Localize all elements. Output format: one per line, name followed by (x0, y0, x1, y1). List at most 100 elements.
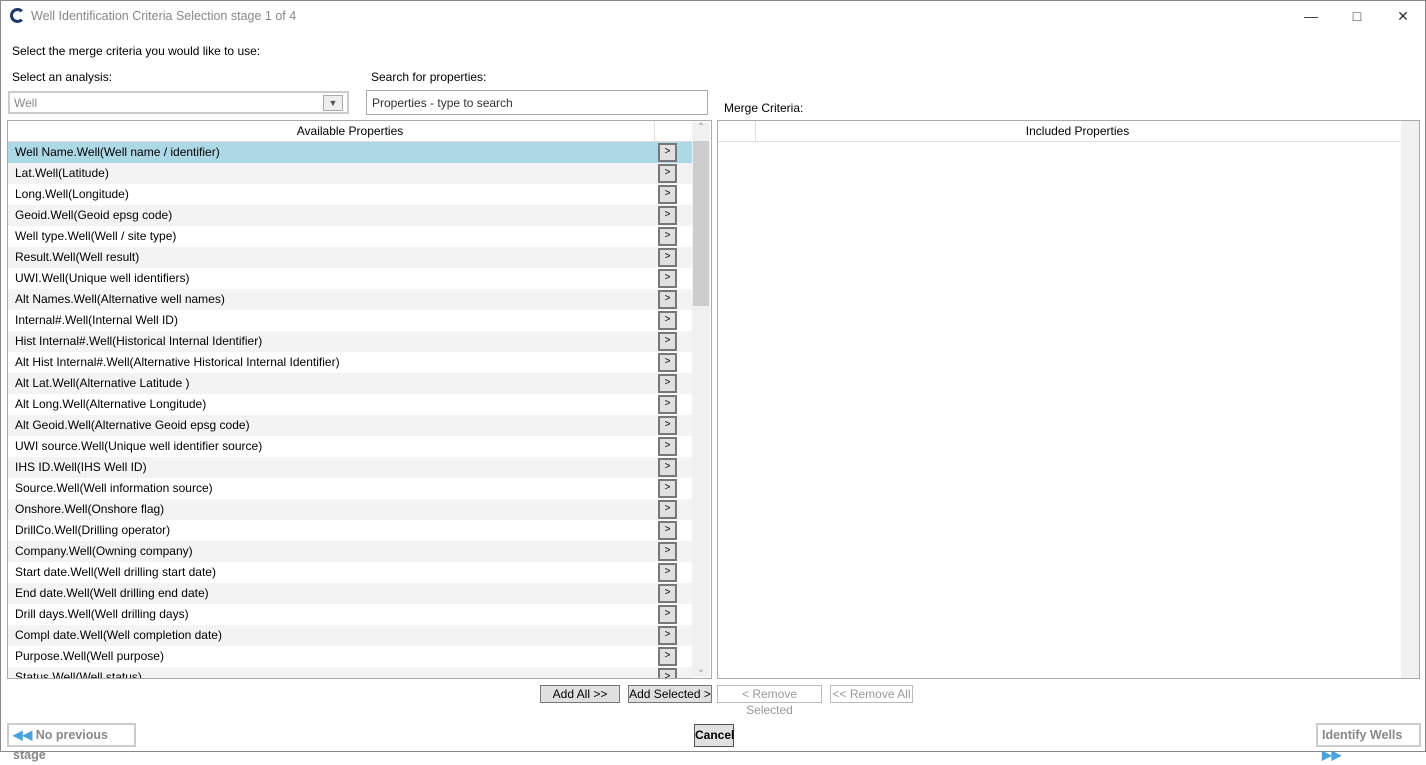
property-label: Purpose.Well(Well purpose) (15, 649, 164, 663)
add-property-button[interactable]: > (658, 248, 677, 267)
add-property-button[interactable]: > (658, 206, 677, 225)
maximize-button[interactable]: □ (1337, 5, 1377, 27)
add-property-button[interactable]: > (658, 143, 677, 162)
add-property-button[interactable]: > (658, 164, 677, 183)
chevron-down-icon[interactable]: ▼ (323, 95, 343, 111)
property-label: End date.Well(Well drilling end date) (15, 586, 209, 600)
property-row[interactable]: Internal#.Well(Internal Well ID) > (8, 310, 692, 331)
property-label: Result.Well(Well result) (15, 250, 140, 264)
add-property-button[interactable]: > (658, 374, 677, 393)
remove-all-button[interactable]: << Remove All (830, 685, 913, 703)
add-property-button[interactable]: > (658, 311, 677, 330)
analysis-value: Well (14, 96, 38, 110)
remove-selected-button[interactable]: < Remove Selected (717, 685, 822, 717)
property-row[interactable]: Long.Well(Longitude) > (8, 184, 692, 205)
property-row[interactable]: Result.Well(Well result) > (8, 247, 692, 268)
add-selected-button[interactable]: Add Selected > (628, 685, 712, 703)
rewind-icon: ◀◀ (13, 728, 33, 742)
property-label: Geoid.Well(Geoid epsg code) (15, 208, 173, 222)
add-property-button[interactable]: > (658, 416, 677, 435)
add-property-button[interactable]: > (658, 647, 677, 666)
property-row[interactable]: Hist Internal#.Well(Historical Internal … (8, 331, 692, 352)
property-row[interactable]: Geoid.Well(Geoid epsg code) > (8, 205, 692, 226)
window-title: Well Identification Criteria Selection s… (31, 9, 297, 23)
instructions: Select the merge criteria you would like… (12, 44, 261, 58)
property-label: Onshore.Well(Onshore flag) (15, 502, 165, 516)
property-row[interactable]: Drill days.Well(Well drilling days) > (8, 604, 692, 625)
add-property-button[interactable]: > (658, 500, 677, 519)
property-row[interactable]: Purpose.Well(Well purpose) > (8, 646, 692, 667)
property-label: Start date.Well(Well drilling start date… (15, 565, 216, 579)
property-label: DrillCo.Well(Drilling operator) (15, 523, 171, 537)
previous-stage-button[interactable]: ◀◀ No previous stage (7, 723, 136, 762)
scrollbar-thumb[interactable] (693, 141, 709, 306)
add-property-button[interactable]: > (658, 605, 677, 624)
minimize-button[interactable]: — (1291, 5, 1331, 27)
add-property-button[interactable]: > (658, 227, 677, 246)
property-label: Well type.Well(Well / site type) (15, 229, 177, 243)
add-property-button[interactable]: > (658, 353, 677, 372)
property-row[interactable]: Alt Geoid.Well(Alternative Geoid epsg co… (8, 415, 692, 436)
property-label: Internal#.Well(Internal Well ID) (15, 313, 178, 327)
property-row[interactable]: End date.Well(Well drilling end date) > (8, 583, 692, 604)
add-property-button[interactable]: > (658, 269, 677, 288)
add-property-button[interactable]: > (658, 668, 677, 678)
property-row[interactable]: Start date.Well(Well drilling start date… (8, 562, 692, 583)
add-property-button[interactable]: > (658, 626, 677, 645)
property-label: Alt Lat.Well(Alternative Latitude ) (15, 376, 190, 390)
cancel-button[interactable]: Cancel (694, 724, 734, 747)
add-property-button[interactable]: > (658, 437, 677, 456)
property-row[interactable]: Onshore.Well(Onshore flag) > (8, 499, 692, 520)
property-row[interactable]: UWI.Well(Unique well identifiers) > (8, 268, 692, 289)
property-label: Status.Well(Well status) (15, 670, 142, 679)
available-header: Available Properties (8, 121, 692, 142)
fast-forward-icon: ▶▶ (1322, 748, 1342, 762)
available-properties-list[interactable]: Available Properties Well Name.Well(Well… (7, 120, 712, 679)
included-scrollbar[interactable] (1401, 121, 1419, 678)
property-label: Source.Well(Well information source) (15, 481, 213, 495)
add-all-button[interactable]: Add All >> (540, 685, 620, 703)
add-property-button[interactable]: > (658, 521, 677, 540)
property-label: IHS ID.Well(IHS Well ID) (15, 460, 147, 474)
property-label: UWI.Well(Unique well identifiers) (15, 271, 190, 285)
add-property-button[interactable]: > (658, 458, 677, 477)
property-row[interactable]: UWI source.Well(Unique well identifier s… (8, 436, 692, 457)
property-label: Long.Well(Longitude) (15, 187, 129, 201)
app-logo-icon (10, 8, 25, 23)
add-property-button[interactable]: > (658, 185, 677, 204)
property-row[interactable]: Alt Lat.Well(Alternative Latitude ) > (8, 373, 692, 394)
included-properties-list[interactable]: Included Properties (717, 120, 1420, 679)
close-button[interactable]: ✕ (1383, 5, 1423, 27)
merge-criteria-label: Merge Criteria: (724, 101, 804, 115)
property-label: UWI source.Well(Unique well identifier s… (15, 439, 263, 453)
property-label: Lat.Well(Latitude) (15, 166, 109, 180)
property-row[interactable]: Alt Hist Internal#.Well(Alternative Hist… (8, 352, 692, 373)
property-row[interactable]: Source.Well(Well information source) > (8, 478, 692, 499)
property-row[interactable]: Well Name.Well(Well name / identifier) > (8, 142, 692, 163)
analysis-dropdown[interactable]: Well ▼ (8, 91, 349, 114)
property-label: Alt Long.Well(Alternative Longitude) (15, 397, 207, 411)
add-property-button[interactable]: > (658, 332, 677, 351)
property-row[interactable]: Well type.Well(Well / site type) > (8, 226, 692, 247)
add-property-button[interactable]: > (658, 563, 677, 582)
property-row[interactable]: Lat.Well(Latitude) > (8, 163, 692, 184)
property-label: Alt Names.Well(Alternative well names) (15, 292, 225, 306)
property-label: Well Name.Well(Well name / identifier) (15, 145, 220, 159)
add-property-button[interactable]: > (658, 584, 677, 603)
add-property-button[interactable]: > (658, 479, 677, 498)
property-row[interactable]: Alt Names.Well(Alternative well names) > (8, 289, 692, 310)
property-row[interactable]: Alt Long.Well(Alternative Longitude) > (8, 394, 692, 415)
identify-wells-button[interactable]: Identify Wells ▶▶ (1316, 723, 1421, 762)
add-property-button[interactable]: > (658, 395, 677, 414)
property-row[interactable]: Status.Well(Well status) > (8, 667, 692, 679)
property-row[interactable]: Company.Well(Owning company) > (8, 541, 692, 562)
property-row[interactable]: DrillCo.Well(Drilling operator) > (8, 520, 692, 541)
property-row[interactable]: IHS ID.Well(IHS Well ID) > (8, 457, 692, 478)
property-label: Company.Well(Owning company) (15, 544, 193, 558)
property-label: Alt Geoid.Well(Alternative Geoid epsg co… (15, 418, 250, 432)
property-label: Compl date.Well(Well completion date) (15, 628, 222, 642)
property-row[interactable]: Compl date.Well(Well completion date) > (8, 625, 692, 646)
search-input[interactable]: Properties - type to search (366, 90, 708, 115)
add-property-button[interactable]: > (658, 290, 677, 309)
add-property-button[interactable]: > (658, 542, 677, 561)
